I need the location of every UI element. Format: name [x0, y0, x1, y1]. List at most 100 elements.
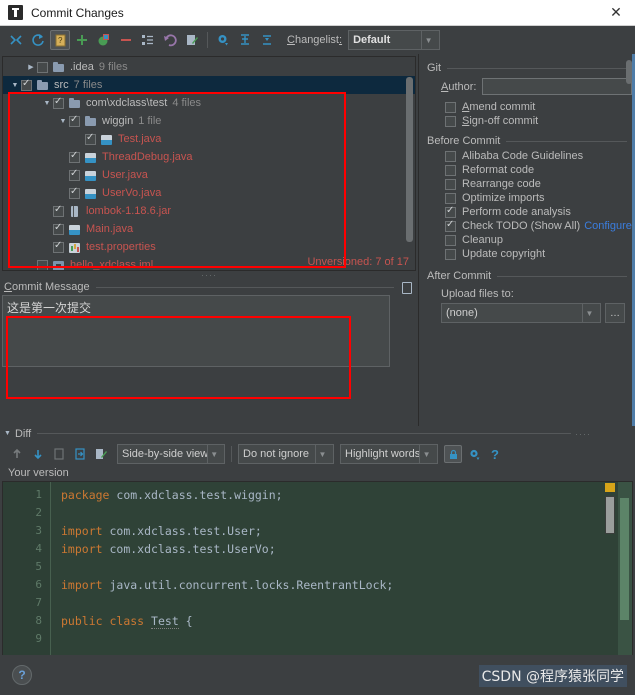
title-bar: Commit Changes ✕: [0, 0, 635, 26]
refresh-icon[interactable]: [28, 30, 48, 50]
file-checkbox[interactable]: [53, 222, 64, 235]
java-file-icon: [100, 133, 114, 146]
tree-scrollbar[interactable]: [406, 77, 413, 242]
optimize-imports-checkbox[interactable]: Optimize imports: [445, 192, 635, 204]
tree-row[interactable]: UserVo.java: [3, 184, 415, 202]
file-checkbox[interactable]: [69, 150, 80, 163]
splitter-handle[interactable]: ····: [575, 429, 591, 439]
update-copyright-checkbox[interactable]: Update copyright: [445, 248, 635, 260]
code-token: import: [61, 524, 103, 538]
folder-icon: [52, 61, 66, 74]
file-checkbox[interactable]: [53, 240, 64, 253]
check-todo-checkbox[interactable]: Check TODO (Show All)Configure: [445, 219, 635, 232]
rearrange-code-checkbox[interactable]: Rearrange code: [445, 178, 635, 190]
copy-to-right-icon[interactable]: [71, 445, 89, 463]
warning-marker-icon[interactable]: [605, 483, 615, 492]
file-checkbox[interactable]: [53, 204, 64, 217]
changed-files-tree[interactable]: ▶ .idea 9 files ▼ src 7 files ▼ com\xdclass\tes…: [2, 56, 416, 271]
show-diff-icon[interactable]: ?: [50, 30, 70, 50]
changelist-dropdown[interactable]: Default ▼: [348, 30, 441, 50]
settings-icon[interactable]: [213, 30, 233, 50]
configure-link[interactable]: Configure: [584, 220, 632, 232]
file-checkbox[interactable]: [53, 96, 64, 109]
tree-row[interactable]: User.java: [3, 166, 415, 184]
checkbox-box[interactable]: [445, 234, 456, 246]
rollback-icon[interactable]: [160, 30, 180, 50]
alibaba-code-guidelines-checkbox[interactable]: Alibaba Code Guidelines: [445, 150, 635, 162]
tree-row[interactable]: ▼ com\xdclass\test 4 files: [3, 94, 415, 112]
file-checkbox[interactable]: [69, 114, 80, 127]
viewer-mode-value: Side-by-side viewer: [122, 448, 208, 460]
checkbox-box[interactable]: [445, 101, 456, 113]
checkbox-box[interactable]: [445, 150, 456, 162]
add-to-vcs-icon[interactable]: [72, 30, 92, 50]
upload-browse-button[interactable]: …: [605, 303, 625, 323]
collapse-all-icon[interactable]: [6, 30, 26, 50]
delete-icon[interactable]: [116, 30, 136, 50]
edit-source-icon[interactable]: [92, 445, 110, 463]
tree-row[interactable]: ThreadDebug.java: [3, 148, 415, 166]
tree-row[interactable]: ▶ .idea 9 files: [3, 58, 415, 76]
tree-row[interactable]: lombok-1.18.6.jar: [3, 202, 415, 220]
perform-code-analysis-checkbox[interactable]: Perform code analysis: [445, 205, 635, 218]
file-checkbox[interactable]: [69, 168, 80, 181]
copy-to-left-icon[interactable]: [50, 445, 68, 463]
code-token: {: [178, 614, 193, 628]
sign-off-commit-checkbox[interactable]: Sign-off commit: [445, 115, 635, 127]
previous-difference-icon[interactable]: [8, 445, 26, 463]
window-title: Commit Changes: [31, 5, 124, 20]
checkbox-box[interactable]: [445, 248, 456, 260]
reformat-code-checkbox[interactable]: Reformat code: [445, 164, 635, 176]
commit-message-input[interactable]: [2, 295, 390, 367]
tree-row[interactable]: Main.java: [3, 220, 415, 238]
splitter-handle[interactable]: ····: [0, 270, 418, 280]
whitespace-mode-dropdown[interactable]: Do not ignore ▼: [238, 444, 334, 464]
checkbox-box[interactable]: [445, 192, 456, 204]
checkbox-box[interactable]: [445, 205, 456, 218]
collapse-selection-icon[interactable]: [257, 30, 277, 50]
checkbox-box[interactable]: [445, 219, 456, 232]
close-icon[interactable]: ✕: [603, 2, 629, 24]
file-checkbox[interactable]: [69, 186, 80, 199]
cleanup-checkbox[interactable]: Cleanup: [445, 234, 635, 246]
diff-section-header[interactable]: ▼ Diff ····: [0, 426, 635, 441]
gear-icon[interactable]: [465, 445, 483, 463]
read-only-lock-icon[interactable]: [444, 445, 462, 463]
line-number: 5: [35, 560, 42, 573]
expand-all-icon[interactable]: [235, 30, 255, 50]
commit-message-history-icon[interactable]: [400, 281, 414, 294]
code-token: Test: [151, 614, 179, 629]
upload-target-dropdown[interactable]: (none) ▼: [441, 303, 601, 323]
tree-row[interactable]: ▼ wiggin 1 file: [3, 112, 415, 130]
chevron-down-icon[interactable]: ▼: [57, 118, 69, 125]
checkbox-box[interactable]: [445, 115, 456, 127]
file-checkbox[interactable]: [21, 78, 32, 91]
checkbox-box[interactable]: [445, 164, 456, 176]
amend-commit-checkbox[interactable]: Amend commit: [445, 101, 635, 113]
highlight-mode-dropdown[interactable]: Highlight words ▼: [340, 444, 438, 464]
file-checkbox[interactable]: [37, 259, 48, 270]
edit-source-icon[interactable]: [182, 30, 202, 50]
checkbox-box[interactable]: [445, 178, 456, 190]
viewer-mode-dropdown[interactable]: Side-by-side viewer ▼: [117, 444, 225, 464]
diff-code-viewer[interactable]: 1 2 3 4 5 6 7 8 9 package com.xdclass.test.wiggi…: [2, 481, 633, 656]
chevron-down-icon[interactable]: ▼: [9, 82, 21, 89]
file-checkbox[interactable]: [37, 61, 48, 73]
author-input[interactable]: [482, 78, 633, 95]
folder-icon: [84, 115, 98, 128]
chevron-right-icon[interactable]: ▶: [25, 63, 37, 71]
move-to-changelist-icon[interactable]: [94, 30, 114, 50]
line-number: 6: [35, 578, 42, 591]
help-button[interactable]: ?: [12, 665, 32, 685]
code-content[interactable]: package com.xdclass.test.wiggin; import …: [51, 482, 632, 655]
next-difference-icon[interactable]: [29, 445, 47, 463]
group-by-icon[interactable]: [138, 30, 158, 50]
code-scrollbar-thumb[interactable]: [605, 496, 615, 534]
help-question-icon[interactable]: ?: [486, 445, 504, 463]
tree-row[interactable]: test.properties: [3, 238, 415, 256]
chevron-down-icon[interactable]: ▼: [41, 100, 53, 107]
file-checkbox[interactable]: [85, 132, 96, 145]
tree-row[interactable]: Test.java: [3, 130, 415, 148]
tree-row[interactable]: ▼ src 7 files: [3, 76, 415, 94]
